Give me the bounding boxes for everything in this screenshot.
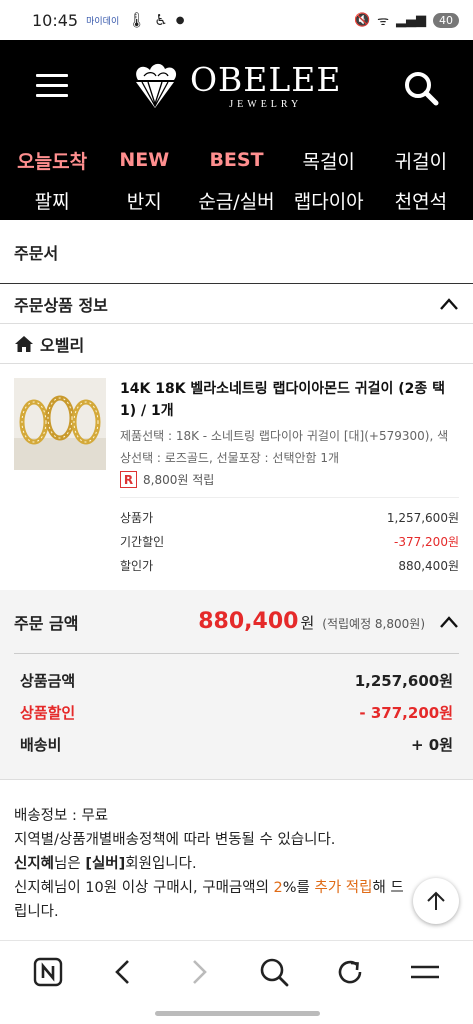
price-row-final: 할인가 880,400원 [120,554,459,578]
category-nav: 오늘도착 NEW BEST 목걸이 귀걸이 팔찌 반지 순금/실버 랩다이아 천… [0,140,473,220]
search-icon[interactable] [403,70,439,106]
product-price-table: 상품가 1,257,600원 기간할인 -377,200원 할인가 880,40… [120,497,459,578]
notification-icon: ♿ [154,11,168,29]
benefit-text: 해 드 [372,880,404,896]
benefit-highlight: 추가 적립 [314,880,373,896]
store-name: 오벨리 [40,335,85,355]
page-title: 주문서 [0,220,473,284]
diamond-logo-icon [136,63,177,108]
member-text: 회원입니다. [125,856,197,872]
status-bar: 10:45 마이데이 🌡 ♿ ● 🔇 ᯤ ▂▄▆ 40 [0,0,473,40]
dot-icon: ● [175,14,185,26]
naver-home-icon[interactable] [32,956,64,988]
order-total-header[interactable]: 주문 금액 880,400 원 (적립예정 8,800원) [14,590,459,654]
brand-subtitle: JEWELRY [229,98,303,110]
benefit-percent: 2 [273,880,283,896]
nav-earrings[interactable]: 귀걸이 [375,140,467,180]
price-row-discount: 기간할인 -377,200원 [120,530,459,554]
status-app-icon: 마이데이 [86,16,120,27]
forward-icon[interactable] [183,956,215,988]
price-label: 기간할인 [120,535,165,549]
goods-section-title: 주문상품 정보 [14,295,108,315]
battery-icon: 40 [433,12,459,28]
chevron-up-icon[interactable] [439,615,459,629]
back-icon[interactable] [107,956,139,988]
delivery-fee-text: 배송정보 : 무료 [14,808,109,824]
arrow-up-icon [427,891,445,910]
thermometer-icon: 🌡 [127,11,147,29]
summary-label: 상품할인 [20,703,76,722]
site-header: OBELEE JEWELRY 오늘도착 NEW BEST 목걸이 귀걸이 팔찌 … [0,40,473,220]
member-benefit-text: 신지혜님이 10원 이상 구매시, 구매금액의 2%를 추가 적립해 드 [14,876,459,900]
member-name: 신지혜 [14,856,55,872]
product-options: 제품선택 : 18K - 소네트링 랩다이아 귀걸이 [대](+579300),… [120,429,449,465]
nav-new[interactable]: NEW [98,140,190,180]
menu-icon[interactable] [409,956,441,988]
home-indicator [155,1011,320,1016]
summary-row-goods: 상품금액 1,257,600원 [14,664,459,696]
mute-icon: 🔇 [353,12,371,28]
member-grade-text: 신지혜님은 [실버]회원입니다. [14,852,459,876]
summary-label: 상품금액 [20,671,76,690]
home-icon [15,335,33,352]
scroll-to-top-button[interactable] [413,878,459,924]
delivery-info: 배송정보 : 무료 지역별/상품개별배송정책에 따라 변동될 수 있습니다. 신… [0,780,473,924]
order-total-point-note: (적립예정 8,800원) [322,617,425,631]
summary-row-shipping: 배송비 + 0원 [14,728,459,760]
product-name[interactable]: 14K 18K 벨라소네트링 랩다이아몬드 귀걸이 (2종 택1) / 1개 [120,378,459,422]
nav-bracelet[interactable]: 팔찌 [6,180,98,220]
nav-ring[interactable]: 반지 [98,180,190,220]
summary-value: + 0원 [410,735,453,754]
price-value: 880,400원 [398,559,459,573]
product-points-text: 8,800원 적립 [143,473,215,487]
order-total-amount: 880,400 [198,609,299,634]
nav-necklace[interactable]: 목걸이 [283,140,375,180]
price-value: 1,257,600원 [386,511,459,525]
summary-label: 배송비 [20,735,62,754]
store-row: 오벨리 [0,324,473,364]
benefit-text: %를 [282,880,315,896]
search-icon[interactable] [258,956,290,988]
order-total-panel: 주문 금액 880,400 원 (적립예정 8,800원) 상품금액 1,257… [0,590,473,780]
brand-logo[interactable]: OBELEE JEWELRY [128,60,342,110]
reward-badge-icon: R [120,471,137,488]
status-time: 10:45 [32,10,79,30]
wifi-icon: ᯤ [377,14,389,29]
price-label: 상품가 [120,511,154,525]
summary-value: - 377,200원 [359,703,453,722]
member-grade: [실버] [85,856,126,872]
nav-today-delivery[interactable]: 오늘도착 [6,140,98,180]
summary-row-discount: 상품할인 - 377,200원 [14,696,459,728]
signal-icon: ▂▄▆ [396,12,426,28]
nav-natural-stone[interactable]: 천연석 [375,180,467,220]
nav-best[interactable]: BEST [190,140,282,180]
member-benefit-tail: 립니다. [14,904,59,920]
price-label: 할인가 [120,559,154,573]
nav-gold-silver[interactable]: 순금/실버 [190,180,282,220]
order-product-item: 14K 18K 벨라소네트링 랩다이아몬드 귀걸이 (2종 택1) / 1개 제… [0,364,473,590]
hamburger-menu-icon[interactable] [36,74,68,98]
member-text: 님은 [54,856,86,872]
delivery-policy-text: 지역별/상품개별배송정책에 따라 변동될 수 있습니다. [14,832,336,848]
order-total-currency: 원 [300,614,315,632]
summary-value: 1,257,600원 [354,671,453,690]
refresh-icon[interactable] [334,956,366,988]
brand-name: OBELEE [190,59,342,99]
price-value: -377,200원 [394,535,459,549]
price-row-original: 상품가 1,257,600원 [120,506,459,530]
chevron-up-icon[interactable] [439,297,459,311]
browser-bottom-bar [0,940,473,1024]
nav-lab-diamond[interactable]: 랩다이아 [283,180,375,220]
product-thumbnail[interactable] [14,378,106,470]
benefit-text: 신지혜님이 10원 이상 구매시, 구매금액의 [14,880,274,896]
order-total-label: 주문 금액 [14,613,79,633]
goods-section-header[interactable]: 주문상품 정보 [0,284,473,324]
product-points: R 8,800원 적립 [120,471,459,488]
